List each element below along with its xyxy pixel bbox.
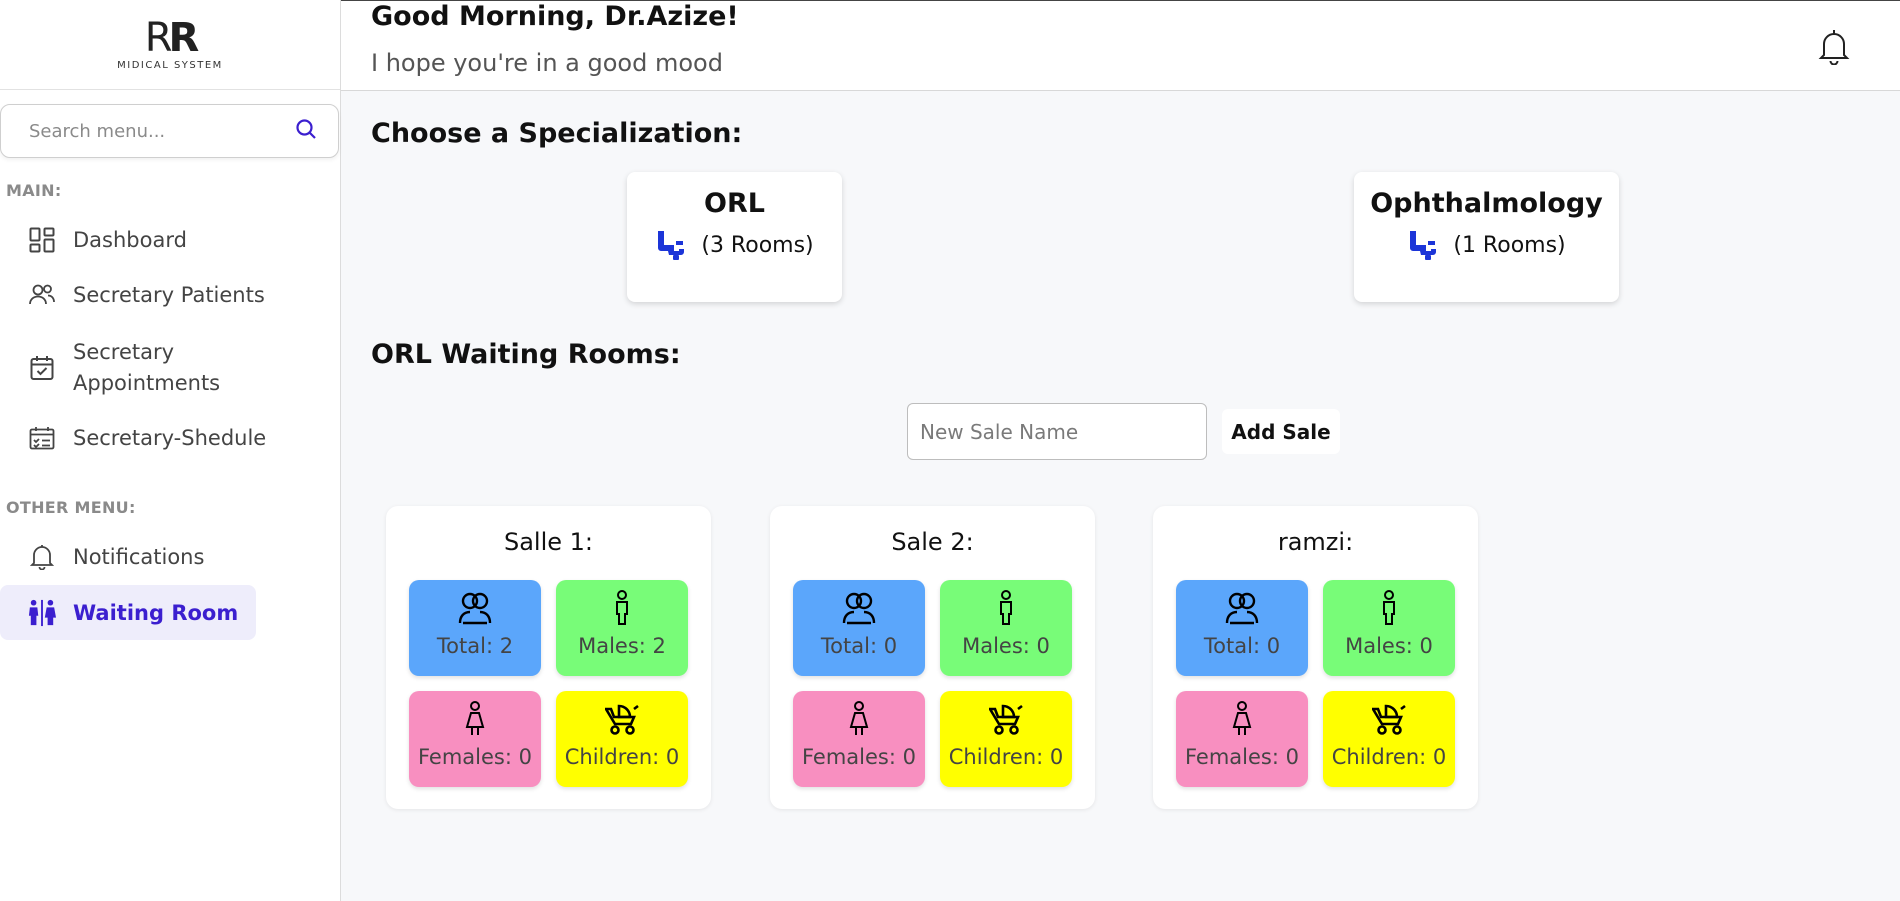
male-icon xyxy=(602,588,642,628)
sidebar: RR MIDICAL SYSTEM MAIN: Dashboard Secret… xyxy=(0,0,341,901)
greeting-title: Good Morning, Dr.Azize! xyxy=(371,1,739,32)
sidebar-item-secretary-patients[interactable]: Secretary Patients xyxy=(0,277,320,313)
sidebar-item-secretary-appointments[interactable]: Secretary Appointments xyxy=(0,337,320,399)
stat-total: Total: 0 xyxy=(1176,580,1308,676)
female-icon xyxy=(1222,699,1262,739)
stat-females: Females: 0 xyxy=(793,691,925,787)
sidebar-item-label: Notifications xyxy=(73,545,205,569)
female-icon xyxy=(455,699,495,739)
new-sale-input[interactable] xyxy=(907,403,1207,460)
room-card-sale-2: Sale 2: Total: 0 Males: 0 Females: 0 Chi… xyxy=(770,506,1095,809)
greeting-subtitle: I hope you're in a good mood xyxy=(371,49,723,77)
female-icon xyxy=(839,699,879,739)
sidebar-item-label: Dashboard xyxy=(73,228,187,252)
specialization-name: ORL xyxy=(704,188,765,219)
sidebar-item-secretary-shedule[interactable]: Secretary-Shedule xyxy=(0,420,320,456)
people-icon xyxy=(455,588,495,628)
stroller-icon xyxy=(986,699,1026,739)
stat-males: Males: 0 xyxy=(940,580,1072,676)
room-title: Sale 2: xyxy=(891,528,974,556)
sidebar-item-waiting-room[interactable]: Waiting Room xyxy=(0,585,256,640)
sidebar-item-label: Secretary Patients xyxy=(73,283,265,307)
stat-total: Total: 2 xyxy=(409,580,541,676)
logo[interactable]: RR MIDICAL SYSTEM xyxy=(0,0,340,90)
people-icon xyxy=(1222,588,1262,628)
users-icon xyxy=(28,281,56,309)
schedule-icon xyxy=(28,424,56,452)
dashboard-icon xyxy=(28,226,56,254)
seat-icon xyxy=(1407,229,1439,261)
specialization-heading: Choose a Specialization: xyxy=(371,118,743,149)
stat-females: Females: 0 xyxy=(1176,691,1308,787)
top-header: Good Morning, Dr.Azize! I hope you're in… xyxy=(341,0,1900,91)
male-icon xyxy=(986,588,1026,628)
room-card-ramzi: ramzi: Total: 0 Males: 0 Females: 0 Chil… xyxy=(1153,506,1478,809)
sidebar-item-label: Secretary Appointments xyxy=(73,340,221,395)
stat-males: Males: 0 xyxy=(1323,580,1455,676)
specialization-rooms: (1 Rooms) xyxy=(1407,229,1566,261)
search-input[interactable] xyxy=(29,120,294,142)
add-sale-button[interactable]: Add Sale xyxy=(1222,409,1340,454)
stroller-icon xyxy=(602,699,642,739)
room-card-salle-1: Salle 1: Total: 2 Males: 2 Females: 0 Ch… xyxy=(386,506,711,809)
restroom-icon xyxy=(28,599,56,627)
stat-children: Children: 0 xyxy=(940,691,1072,787)
room-title: Salle 1: xyxy=(503,528,594,556)
specialization-card-orl[interactable]: ORL (3 Rooms) xyxy=(627,172,842,302)
stat-children: Children: 0 xyxy=(556,691,688,787)
logo-mark: RR xyxy=(144,15,200,61)
specialization-card-ophthalmology[interactable]: Ophthalmology (1 Rooms) xyxy=(1354,172,1619,302)
male-icon xyxy=(1369,588,1409,628)
stat-children: Children: 0 xyxy=(1323,691,1455,787)
sidebar-item-dashboard[interactable]: Dashboard xyxy=(0,222,320,258)
bell-icon xyxy=(28,543,56,571)
seat-icon xyxy=(655,229,687,261)
waiting-rooms-heading: ORL Waiting Rooms: xyxy=(371,339,681,370)
stat-females: Females: 0 xyxy=(409,691,541,787)
calendar-check-icon xyxy=(28,354,56,382)
section-label-other: OTHER MENU: xyxy=(6,498,136,517)
stat-males: Males: 2 xyxy=(556,580,688,676)
stat-total: Total: 0 xyxy=(793,580,925,676)
search-icon[interactable] xyxy=(294,117,318,145)
specialization-rooms: (3 Rooms) xyxy=(655,229,814,261)
notification-bell-icon[interactable] xyxy=(1818,29,1850,66)
section-label-main: MAIN: xyxy=(6,181,62,200)
search-box xyxy=(0,104,339,158)
sidebar-item-label: Secretary-Shedule xyxy=(73,426,267,450)
stroller-icon xyxy=(1369,699,1409,739)
logo-subtitle: MIDICAL SYSTEM xyxy=(117,60,223,71)
sidebar-item-notifications[interactable]: Notifications xyxy=(0,539,320,575)
specialization-name: Ophthalmology xyxy=(1370,188,1603,219)
sidebar-item-label: Waiting Room xyxy=(73,600,239,625)
people-icon xyxy=(839,588,879,628)
room-title: ramzi: xyxy=(1277,528,1354,556)
